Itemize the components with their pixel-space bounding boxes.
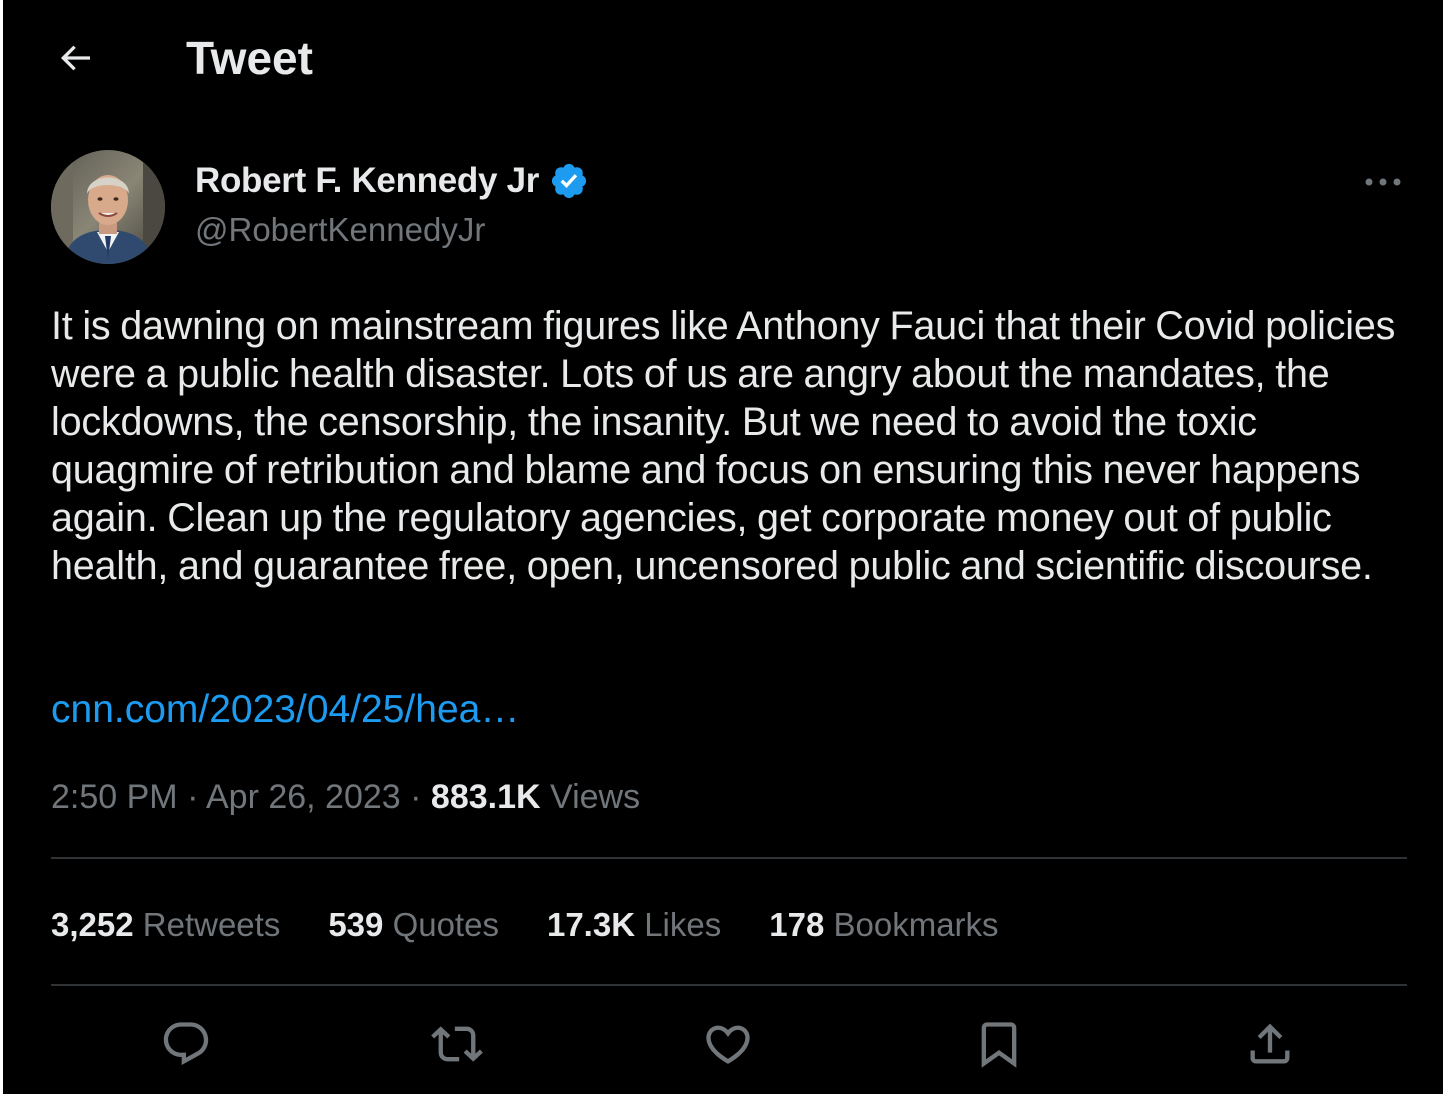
engagement-stats: 3,252 Retweets 539 Quotes 17.3K Likes 17… <box>51 902 1047 948</box>
page-title: Tweet <box>186 32 313 84</box>
divider <box>51 984 1407 986</box>
retweets-label: Retweets <box>142 906 281 943</box>
retweet-button[interactable] <box>427 1014 487 1074</box>
retweets-count: 3,252 <box>51 906 134 943</box>
more-options-button[interactable] <box>1355 162 1411 202</box>
likes-stat[interactable]: 17.3K Likes <box>547 906 721 944</box>
divider <box>51 857 1407 859</box>
reply-button[interactable] <box>156 1014 216 1074</box>
quotes-label: Quotes <box>392 906 499 943</box>
bookmarks-label: Bookmarks <box>833 906 999 943</box>
page-header: Tweet <box>3 0 1443 116</box>
tweet-time[interactable]: 2:50 PM <box>51 778 178 816</box>
retweet-icon <box>431 1026 483 1062</box>
meta-separator: · <box>187 778 199 816</box>
views-count: 883.1K <box>430 778 541 816</box>
retweets-stat[interactable]: 3,252 Retweets <box>51 906 280 944</box>
verified-badge-icon[interactable] <box>549 161 589 201</box>
bookmark-button[interactable] <box>969 1014 1029 1074</box>
likes-count: 17.3K <box>546 906 636 943</box>
share-button[interactable] <box>1240 1014 1300 1074</box>
likes-label: Likes <box>644 906 722 943</box>
tweet-text: It is dawning on mainstream figures like… <box>51 304 1396 588</box>
tweet-page: Tweet Robert F. Kennedy Jr @RobertKenned… <box>3 0 1443 1094</box>
quotes-count: 539 <box>328 906 384 943</box>
back-button[interactable] <box>51 34 99 82</box>
tweet-date[interactable]: Apr 26, 2023 <box>206 778 401 816</box>
bookmarks-count: 178 <box>769 906 825 943</box>
display-name[interactable]: Robert F. Kennedy Jr <box>195 161 539 201</box>
like-icon <box>706 1025 750 1064</box>
tweet-link[interactable]: cnn.com/2023/04/25/hea… <box>51 686 519 734</box>
views-label: Views <box>550 778 641 816</box>
reply-icon <box>163 1022 209 1066</box>
profile-photo <box>51 150 165 264</box>
avatar[interactable] <box>51 150 165 264</box>
bookmarks-stat[interactable]: 178 Bookmarks <box>769 906 998 944</box>
author-handle[interactable]: @RobertKennedyJr <box>195 208 485 252</box>
meta-separator: · <box>410 778 422 816</box>
arrow-left-icon <box>60 45 90 71</box>
like-button[interactable] <box>698 1014 758 1074</box>
tweet-metadata: 2:50 PM · Apr 26, 2023 · 883.1K Views <box>51 774 640 820</box>
bookmark-icon <box>981 1022 1017 1068</box>
author-name-row: Robert F. Kennedy Jr <box>195 158 589 204</box>
share-icon <box>1250 1023 1290 1064</box>
more-horizontal-icon <box>1365 178 1401 186</box>
quotes-stat[interactable]: 539 Quotes <box>328 906 499 944</box>
